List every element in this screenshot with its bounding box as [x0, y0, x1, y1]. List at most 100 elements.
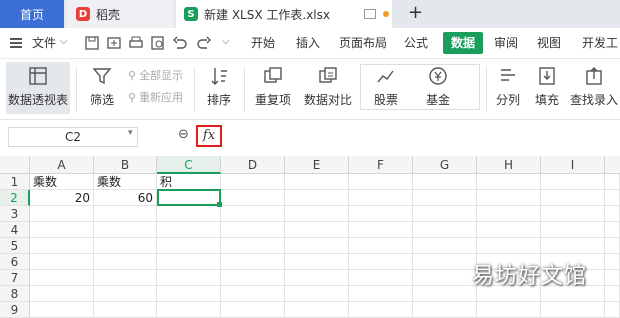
grid-cell[interactable] [413, 190, 477, 206]
grid-cell[interactable] [413, 206, 477, 222]
grid-cell[interactable] [605, 286, 620, 302]
sort-button[interactable]: 排序 [200, 59, 238, 117]
grid-cell[interactable] [285, 206, 349, 222]
cell-a1[interactable]: 乘数 [30, 174, 94, 190]
grid-cell[interactable] [30, 270, 94, 286]
grid-cell[interactable] [157, 302, 221, 318]
select-all-corner[interactable] [0, 156, 30, 174]
grid-cell[interactable] [349, 286, 413, 302]
menu-data[interactable]: 数据 [443, 32, 484, 54]
split-column-button[interactable]: 分列 [490, 59, 526, 117]
grid-cell[interactable] [157, 270, 221, 286]
grid-cell[interactable] [157, 222, 221, 238]
pivot-table-button[interactable]: 数据透视表 [6, 59, 70, 117]
grid-cell[interactable] [285, 254, 349, 270]
column-header-d[interactable]: D [221, 156, 285, 174]
grid-cell[interactable] [349, 254, 413, 270]
grid-cell[interactable] [30, 206, 94, 222]
row-header-8[interactable]: 8 [0, 286, 30, 302]
menu-view[interactable]: 视图 [537, 28, 561, 58]
hamburger-menu-icon[interactable] [10, 38, 22, 48]
cell-b1[interactable]: 乘数 [94, 174, 157, 190]
print-preview-icon[interactable] [150, 35, 166, 51]
column-header-e[interactable]: E [285, 156, 349, 174]
grid-cell[interactable] [413, 270, 477, 286]
grid-cell[interactable] [285, 190, 349, 206]
grid-cell[interactable] [541, 206, 605, 222]
tab-file[interactable]: S 新建 XLSX 工作表.xlsx [176, 0, 392, 28]
grid-cell[interactable] [349, 238, 413, 254]
grid-cell[interactable] [413, 254, 477, 270]
grid-cell[interactable] [157, 238, 221, 254]
menu-file[interactable]: 文件 [32, 28, 56, 58]
grid-cell[interactable] [221, 302, 285, 318]
grid-cell[interactable] [221, 286, 285, 302]
grid-cell[interactable] [349, 270, 413, 286]
menu-formula[interactable]: 公式 [404, 28, 428, 58]
fund-button[interactable]: 基金 [418, 59, 458, 117]
column-header-h[interactable]: H [477, 156, 541, 174]
row-header-3[interactable]: 3 [0, 206, 30, 222]
grid-cell[interactable] [30, 222, 94, 238]
chevron-down-icon[interactable]: ⌵ [222, 36, 230, 47]
grid-cell[interactable] [413, 302, 477, 318]
grid-cell[interactable] [30, 238, 94, 254]
grid-cell[interactable] [157, 206, 221, 222]
grid-cell[interactable] [285, 270, 349, 286]
grid-cell[interactable] [285, 174, 349, 190]
grid-cell[interactable] [541, 238, 605, 254]
column-header-f[interactable]: F [349, 156, 413, 174]
grid-cell[interactable] [605, 254, 620, 270]
grid-cell[interactable] [477, 302, 541, 318]
show-all-button[interactable]: ⚲ 全部显示 [128, 67, 183, 83]
menu-home[interactable]: 开始 [251, 28, 275, 58]
insert-function-button[interactable]: fx [196, 125, 222, 147]
grid-cell[interactable] [221, 222, 285, 238]
grid-cell[interactable] [541, 174, 605, 190]
grid-cell[interactable] [349, 222, 413, 238]
chevron-down-icon[interactable]: ⌵ [60, 36, 68, 47]
row-header-6[interactable]: 6 [0, 254, 30, 270]
grid-cell[interactable] [221, 270, 285, 286]
row-header-2[interactable]: 2 [0, 190, 30, 206]
column-header-a[interactable]: A [30, 156, 94, 174]
grid-cell[interactable] [94, 238, 157, 254]
save-icon[interactable] [84, 35, 100, 51]
grid-cell[interactable] [605, 238, 620, 254]
grid-cell[interactable] [94, 222, 157, 238]
compare-button[interactable]: 数据对比 [302, 59, 354, 117]
grid-cell[interactable] [413, 174, 477, 190]
grid-cell[interactable] [605, 190, 620, 206]
menu-insert[interactable]: 插入 [296, 28, 320, 58]
grid-cell[interactable] [605, 174, 620, 190]
grid-cell[interactable] [605, 222, 620, 238]
grid-cell[interactable] [285, 286, 349, 302]
grid-cell[interactable] [477, 190, 541, 206]
grid-cell[interactable] [157, 286, 221, 302]
grid-cell[interactable] [477, 206, 541, 222]
grid-cell[interactable] [30, 286, 94, 302]
grid-cell[interactable] [349, 302, 413, 318]
grid-cell[interactable] [477, 238, 541, 254]
grid-cell[interactable] [605, 302, 620, 318]
chevron-down-icon[interactable]: ▾ [128, 128, 133, 138]
grid-cell[interactable] [349, 190, 413, 206]
lookup-entry-button[interactable]: 查找录入 [568, 59, 620, 117]
grid-cell[interactable] [541, 222, 605, 238]
row-header-9[interactable]: 9 [0, 302, 30, 318]
grid-cell[interactable] [94, 286, 157, 302]
window-icon[interactable] [364, 9, 376, 19]
redo-icon[interactable] [196, 35, 212, 51]
grid-cell[interactable] [605, 206, 620, 222]
grid-cell[interactable] [221, 190, 285, 206]
zoom-search-icon[interactable]: ⊖ [178, 127, 189, 142]
grid-cell[interactable] [221, 238, 285, 254]
row-header-4[interactable]: 4 [0, 222, 30, 238]
new-tab-button[interactable]: + [408, 2, 423, 23]
grid-cell[interactable] [94, 254, 157, 270]
grid-cell[interactable] [94, 206, 157, 222]
grid-cell[interactable] [221, 206, 285, 222]
export-icon[interactable] [106, 35, 122, 51]
grid-cell[interactable] [413, 238, 477, 254]
grid-cell[interactable] [157, 254, 221, 270]
